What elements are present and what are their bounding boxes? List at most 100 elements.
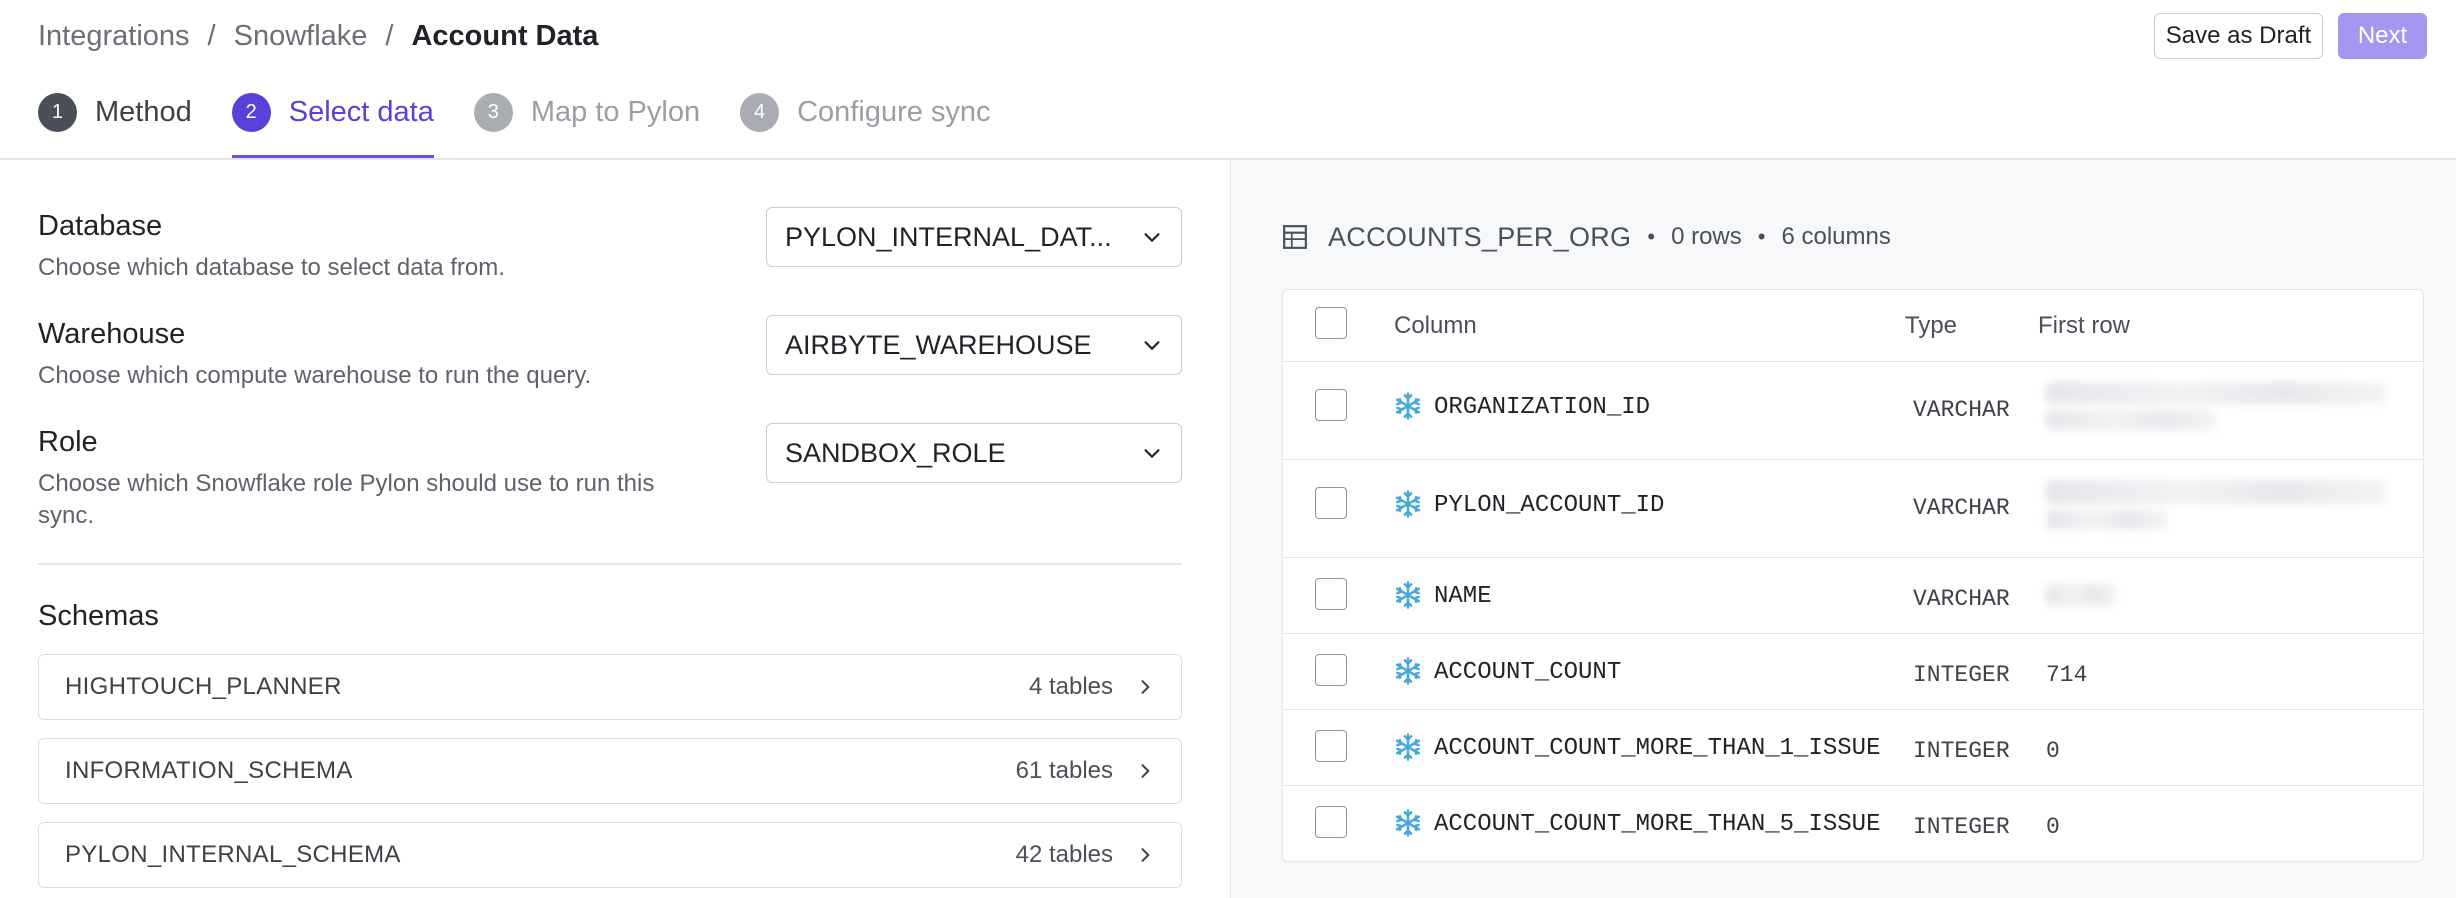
type-header: Type (1905, 312, 1958, 339)
first-row-value: 0 (2046, 814, 2060, 840)
column-type: VARCHAR (1913, 397, 2010, 423)
columns-table: Column Type First row ORGANIZATION_ID VA… (1282, 289, 2424, 862)
row-checkbox[interactable] (1315, 578, 1347, 610)
column-name: ACCOUNT_COUNT_MORE_THAN_5_ISSUE (1434, 811, 1881, 838)
step-label: Configure sync (797, 95, 991, 128)
breadcrumb-separator: / (207, 19, 216, 52)
section-divider (38, 563, 1182, 565)
row-checkbox[interactable] (1315, 654, 1347, 686)
warehouse-description: Choose which compute warehouse to run th… (38, 362, 592, 389)
breadcrumb-separator: / (385, 19, 394, 52)
snowflake-icon (1395, 581, 1421, 609)
step-label: Map to Pylon (530, 95, 701, 128)
first-row-header: First row (2038, 312, 2130, 339)
snowflake-icon (1395, 733, 1421, 761)
step-configure-sync[interactable]: 4 Configure sync (740, 88, 991, 136)
schema-name: INFORMATION_SCHEMA (65, 757, 353, 784)
column-type: INTEGER (1913, 738, 2010, 764)
redacted-value (2046, 410, 2216, 430)
chevron-right-icon (1141, 764, 1150, 778)
warehouse-title: Warehouse (38, 318, 186, 350)
stepper: 1 Method 2 Select data 3 Map to Pylon 4 … (38, 88, 1031, 158)
table-name: ACCOUNTS_PER_ORG (1328, 221, 1632, 252)
table-row: ACCOUNT_COUNT_MORE_THAN_5_ISSUE INTEGER … (1283, 786, 2423, 861)
snowflake-icon (1395, 490, 1421, 518)
role-title: Role (38, 426, 98, 458)
schema-row-information-schema[interactable]: INFORMATION_SCHEMA 61 tables (38, 738, 1182, 804)
role-select[interactable]: SANDBOX_ROLE (766, 423, 1182, 483)
column-name: ORGANIZATION_ID (1434, 394, 1651, 421)
breadcrumb: Integrations / Snowflake / Account Data (38, 16, 598, 56)
role-description: Choose which Snowflake role Pylon should… (38, 470, 655, 529)
row-checkbox[interactable] (1315, 487, 1347, 519)
warehouse-select[interactable]: AIRBYTE_WAREHOUSE (766, 315, 1182, 375)
chevron-down-icon (1144, 233, 1160, 242)
first-row-value: 0 (2046, 738, 2060, 764)
column-name: NAME (1434, 583, 1492, 610)
chevron-right-icon (1141, 680, 1150, 694)
row-checkbox[interactable] (1315, 389, 1347, 421)
chevron-down-icon (1144, 449, 1160, 458)
table-preview-header: ACCOUNTS_PER_ORG • 0 rows • 6 columns (1282, 220, 1891, 254)
step-label: Method (95, 95, 192, 128)
schema-table-count: 61 tables (1015, 757, 1113, 784)
table-row: ORGANIZATION_ID VARCHAR (1283, 362, 2423, 460)
column-type: INTEGER (1913, 662, 2010, 688)
column-type: VARCHAR (1913, 586, 2010, 612)
role-select-value: SANDBOX_ROLE (785, 437, 1006, 468)
table-header-row: Column Type First row (1283, 290, 2423, 362)
schema-row-pylon-internal-schema[interactable]: PYLON_INTERNAL_SCHEMA 42 tables (38, 822, 1182, 888)
row-checkbox[interactable] (1315, 806, 1347, 838)
column-name: PYLON_ACCOUNT_ID (1434, 492, 1665, 519)
warehouse-select-value: AIRBYTE_WAREHOUSE (785, 329, 1092, 360)
column-name: ACCOUNT_COUNT (1434, 659, 1622, 686)
schema-row-hightouch-planner[interactable]: HIGHTOUCH_PLANNER 4 tables (38, 654, 1182, 720)
redacted-value (2046, 480, 2386, 504)
snowflake-icon (1395, 809, 1421, 837)
save-as-draft-button[interactable]: Save as Draft (2154, 13, 2323, 59)
column-type: VARCHAR (1913, 495, 2010, 521)
step-method[interactable]: 1 Method (38, 88, 192, 136)
schema-table-count: 4 tables (1028, 673, 1113, 700)
breadcrumb-integrations[interactable]: Integrations (38, 20, 190, 53)
database-select[interactable]: PYLON_INTERNAL_DAT... (766, 207, 1182, 267)
breadcrumb-current: Account Data (411, 19, 599, 52)
table-row: ACCOUNT_COUNT INTEGER 714 (1283, 634, 2423, 710)
table-row: PYLON_ACCOUNT_ID VARCHAR (1283, 460, 2423, 558)
schema-table-count: 42 tables (1015, 841, 1113, 868)
chevron-down-icon (1144, 341, 1160, 350)
table-row: ACCOUNT_COUNT_MORE_THAN_1_ISSUE INTEGER … (1283, 710, 2423, 786)
redacted-value (2046, 382, 2386, 404)
step-number: 1 (38, 92, 77, 132)
schema-name: HIGHTOUCH_PLANNER (65, 673, 342, 700)
select-all-checkbox[interactable] (1315, 307, 1347, 339)
step-label: Select data (288, 95, 434, 128)
chevron-right-icon (1141, 848, 1150, 862)
database-title: Database (38, 210, 163, 242)
database-select-value: PYLON_INTERNAL_DAT... (785, 221, 1112, 252)
row-checkbox[interactable] (1315, 730, 1347, 762)
column-header: Column (1394, 312, 1477, 339)
column-count: 6 columns (1781, 223, 1891, 250)
breadcrumb-snowflake[interactable]: Snowflake (234, 20, 368, 53)
next-button[interactable]: Next (2338, 13, 2427, 59)
step-number: 3 (473, 92, 513, 132)
column-type: INTEGER (1913, 814, 2010, 840)
meta-bullet: • (1757, 224, 1766, 249)
database-description: Choose which database to select data fro… (38, 254, 505, 281)
schema-name: PYLON_INTERNAL_SCHEMA (65, 841, 401, 868)
table-row: NAME VARCHAR (1283, 558, 2423, 634)
snowflake-icon (1395, 657, 1421, 685)
row-count: 0 rows (1671, 223, 1742, 250)
table-grid-icon (1283, 225, 1307, 249)
step-map-to-pylon[interactable]: 3 Map to Pylon (473, 88, 701, 136)
step-select-data[interactable]: 2 Select data (231, 88, 434, 158)
redacted-value (2046, 584, 2116, 606)
redacted-value (2046, 510, 2166, 530)
snowflake-icon (1395, 392, 1421, 420)
meta-bullet: • (1647, 224, 1656, 249)
column-name: ACCOUNT_COUNT_MORE_THAN_1_ISSUE (1434, 735, 1881, 762)
step-number: 4 (740, 92, 780, 132)
first-row-value: 714 (2046, 662, 2088, 688)
schemas-title: Schemas (38, 600, 159, 632)
